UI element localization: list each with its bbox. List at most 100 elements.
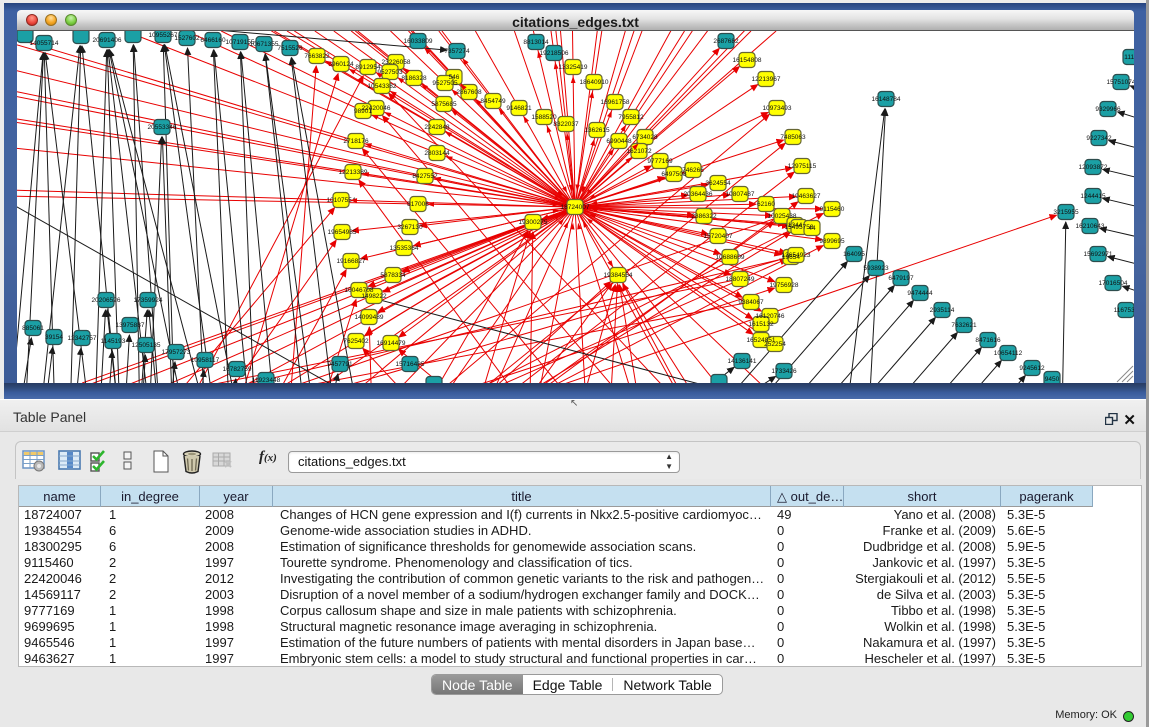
svg-text:98901: 98901 (354, 108, 372, 115)
svg-text:16154808: 16154808 (733, 57, 762, 64)
svg-text:9777169: 9777169 (647, 158, 673, 165)
svg-text:2242848: 2242848 (424, 124, 450, 131)
svg-text:5878334: 5878334 (380, 272, 406, 279)
svg-text:10958117: 10958117 (191, 357, 220, 364)
svg-text:16961758: 16961758 (601, 99, 630, 106)
svg-text:10688609: 10688609 (716, 254, 745, 261)
svg-text:817006: 817006 (407, 201, 429, 208)
svg-text:10973493: 10973493 (763, 105, 792, 112)
svg-text:7955812: 7955812 (618, 114, 644, 121)
svg-text:16033809: 16033809 (404, 38, 433, 45)
svg-text:3215955: 3215955 (1053, 209, 1079, 216)
svg-text:1733426: 1733426 (771, 368, 797, 375)
svg-text:8813014: 8813014 (523, 39, 549, 46)
svg-text:14136141: 14136141 (728, 358, 757, 365)
svg-text:12505135: 12505135 (132, 342, 161, 349)
svg-text:20691406: 20691406 (93, 37, 122, 44)
svg-text:1117: 1117 (1124, 54, 1134, 61)
svg-text:10671355: 10671355 (250, 41, 279, 48)
svg-text:9329966: 9329966 (1095, 106, 1121, 113)
svg-text:2687682: 2687682 (713, 38, 739, 45)
svg-text:20364436: 20364436 (684, 191, 713, 198)
svg-text:10543382: 10543382 (368, 83, 397, 90)
svg-text:8186328: 8186328 (401, 75, 427, 82)
svg-text:12975115: 12975115 (788, 163, 817, 170)
svg-text:16148784: 16148784 (872, 96, 901, 103)
svg-text:5875685: 5875685 (431, 101, 457, 108)
svg-text:9450: 9450 (1045, 376, 1060, 383)
svg-text:19166827: 19166827 (337, 258, 366, 265)
svg-text:7357274: 7357274 (444, 48, 470, 55)
svg-text:8454749: 8454749 (480, 98, 506, 105)
svg-text:6479197: 6479197 (888, 275, 914, 282)
svg-text:15692971: 15692971 (1084, 251, 1113, 258)
svg-text:17957273: 17957273 (162, 349, 191, 356)
svg-text:1145193: 1145193 (101, 338, 126, 345)
svg-text:20206526: 20206526 (92, 297, 121, 304)
svg-text:2803144: 2803144 (424, 150, 450, 157)
svg-text:39154: 39154 (45, 334, 63, 341)
svg-text:17359924: 17359924 (134, 297, 163, 304)
svg-text:9146821: 9146821 (506, 105, 532, 112)
svg-text:15716485: 15716485 (396, 361, 425, 368)
svg-text:16914479: 16914479 (377, 340, 406, 347)
svg-text:15751074: 15751074 (1107, 79, 1134, 86)
svg-text:12213389: 12213389 (339, 169, 368, 176)
svg-text:19384554: 19384554 (604, 272, 633, 279)
svg-text:10807487: 10807487 (726, 191, 755, 198)
svg-text:19463627: 19463627 (792, 193, 821, 200)
svg-text:7663822: 7663822 (304, 53, 330, 60)
svg-text:1362615: 1362615 (584, 127, 610, 134)
svg-text:5938923: 5938923 (863, 265, 889, 272)
svg-text:6990448: 6990448 (606, 138, 632, 145)
svg-text:62160: 62160 (757, 201, 775, 208)
svg-text:10654112: 10654112 (994, 350, 1023, 357)
svg-text:12093872: 12093872 (1079, 164, 1108, 171)
svg-text:1527602: 1527602 (174, 35, 200, 42)
svg-text:8322037: 8322037 (553, 121, 579, 128)
svg-text:16120746: 16120746 (756, 313, 785, 320)
svg-text:7625402: 7625402 (343, 338, 369, 345)
svg-text:2935114: 2935114 (930, 307, 955, 314)
svg-text:164095: 164095 (843, 251, 865, 258)
svg-text:6466160: 6466160 (200, 37, 226, 44)
svg-text:1588520: 1588520 (531, 114, 557, 121)
svg-text:14099489: 14099489 (355, 314, 384, 321)
svg-text:18807249: 18807249 (726, 276, 755, 283)
svg-text:2867608: 2867608 (456, 89, 482, 96)
svg-text:16210643: 16210643 (1076, 223, 1105, 230)
svg-text:8427552: 8427552 (412, 173, 438, 180)
svg-text:19756928: 19756928 (770, 282, 799, 289)
svg-text:7515526: 7515526 (277, 45, 303, 52)
svg-text:9457791: 9457791 (327, 361, 353, 368)
svg-text:3624554: 3624554 (705, 180, 731, 187)
svg-text:17016504: 17016504 (1099, 280, 1128, 287)
svg-text:3267130: 3267130 (397, 224, 423, 231)
svg-text:13325419: 13325419 (559, 64, 588, 71)
svg-text:13654923: 13654923 (782, 252, 811, 259)
svg-text:746266: 746266 (682, 167, 704, 174)
svg-text:1621072: 1621072 (626, 148, 652, 155)
svg-text:9384067: 9384067 (738, 299, 764, 306)
svg-text:20553346: 20553346 (148, 124, 177, 131)
svg-text:9527505: 9527505 (432, 80, 458, 87)
svg-text:13975887: 13975887 (116, 322, 145, 329)
svg-text:19218506: 19218506 (540, 50, 569, 57)
svg-text:1244415: 1244415 (1080, 193, 1106, 200)
svg-text:1167534: 1167534 (1114, 307, 1134, 314)
svg-text:10025438: 10025438 (768, 213, 797, 220)
svg-text:19654985: 19654985 (328, 229, 357, 236)
svg-text:19300275: 19300275 (519, 219, 548, 226)
svg-text:9474444: 9474444 (907, 290, 933, 297)
svg-text:9115460: 9115460 (820, 206, 845, 213)
svg-text:9245612: 9245612 (1019, 365, 1045, 372)
svg-text:14055714: 14055714 (30, 40, 59, 47)
svg-text:23226058: 23226058 (382, 59, 411, 66)
svg-text:12342757: 12342757 (68, 335, 97, 342)
svg-text:18724007: 18724007 (561, 204, 590, 211)
svg-text:885061: 885061 (22, 325, 44, 332)
svg-text:8471616: 8471616 (975, 337, 1001, 344)
svg-text:252254: 252254 (764, 341, 786, 348)
svg-text:1498222: 1498222 (361, 293, 387, 300)
svg-text:7632621: 7632621 (951, 322, 977, 329)
